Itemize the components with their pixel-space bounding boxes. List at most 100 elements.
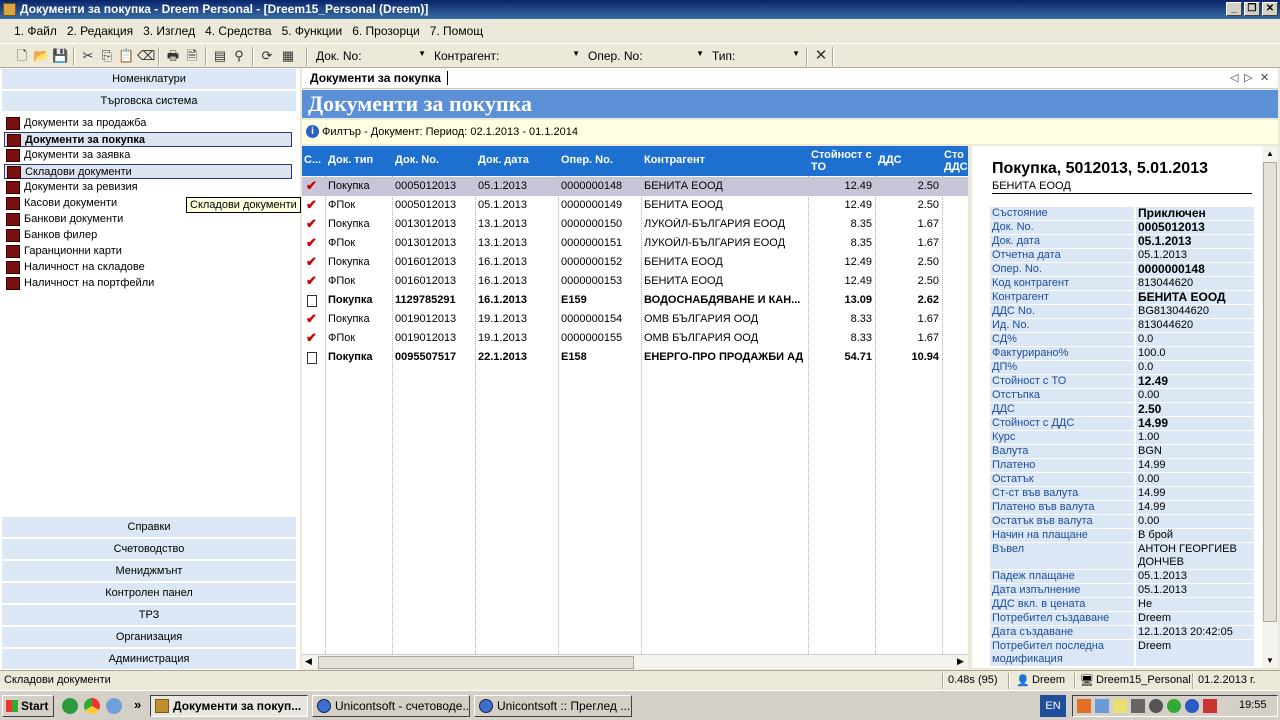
status-user: Dreem — [1032, 674, 1066, 686]
menu-windows[interactable]: 6. Прозорци — [352, 24, 419, 38]
language-indicator[interactable]: EN — [1040, 695, 1066, 717]
cell-vat: 2.62 — [917, 294, 939, 306]
tray-icon[interactable] — [1185, 699, 1199, 713]
scroll-down-icon[interactable]: ▼ — [1266, 656, 1274, 665]
tray-icon[interactable] — [1149, 699, 1163, 713]
nav-section-payroll[interactable]: ТРЗ — [2, 605, 296, 626]
tray-icon[interactable] — [1113, 699, 1127, 713]
minimize-button[interactable]: _ — [1226, 2, 1242, 16]
nav-item[interactable]: Банкови документи — [4, 212, 292, 227]
scroll-thumb[interactable] — [318, 656, 634, 669]
tray-icon[interactable] — [1203, 699, 1217, 713]
nav-item[interactable]: Документи за покупка — [4, 132, 292, 147]
menu-functions[interactable]: 5. Функции — [282, 24, 343, 38]
nav-item[interactable]: Документи за заявка — [4, 148, 292, 163]
quicklaunch-app-icon[interactable] — [62, 698, 78, 714]
menu-tools[interactable]: 4. Средства — [205, 24, 272, 38]
scroll-left-icon[interactable]: ◀ — [305, 656, 312, 667]
col-doc-date[interactable]: Док. дата — [478, 154, 529, 166]
nav-section-organization[interactable]: Организация — [2, 627, 296, 648]
new-icon[interactable]: 🗋 — [14, 48, 30, 64]
table-row[interactable]: Покупка 0095507517 22.1.2013 E158 ЕНЕРГО-ПРО… — [302, 348, 968, 367]
nav-section-reports[interactable]: Справки — [2, 517, 296, 538]
task-unicontsoft-accounting[interactable]: Unicontsoft - счетоводе... — [312, 695, 470, 717]
col-doc-type[interactable]: Док. тип — [328, 154, 373, 166]
task-purchase-documents[interactable]: Документи за покуп... — [150, 695, 308, 717]
filter-icon[interactable]: ⚲ — [231, 48, 247, 64]
menu-edit[interactable]: 2. Редакция — [67, 24, 133, 38]
nav-section-control-panel[interactable]: Контролен панел — [2, 583, 296, 604]
nav-item[interactable]: Документи за продажба — [4, 116, 292, 131]
tray-icon[interactable] — [1167, 699, 1181, 713]
tray-icon[interactable] — [1131, 699, 1145, 713]
start-button[interactable]: Start — [2, 695, 54, 717]
col-oper-no[interactable]: Опер. No. — [561, 154, 613, 166]
scroll-right-icon[interactable]: ▶ — [957, 656, 964, 667]
columns-icon[interactable]: ▤ — [212, 48, 228, 64]
more-icon[interactable]: » — [134, 697, 141, 712]
contragent-combo[interactable]: ▼ — [506, 48, 582, 65]
task-unicontsoft-preview[interactable]: Unicontsoft :: Преглед ... — [474, 695, 632, 717]
close-button[interactable]: ✕ — [1262, 2, 1278, 16]
save-icon[interactable]: 💾 — [52, 48, 68, 64]
scroll-thumb[interactable] — [1263, 162, 1277, 622]
tray-icon[interactable] — [1095, 699, 1109, 713]
col-doc-no[interactable]: Док. No. — [395, 154, 439, 166]
menu-help[interactable]: 7. Помощ — [430, 24, 483, 38]
nav-item[interactable]: Наличност на складове — [4, 260, 292, 275]
tab-next-icon[interactable]: ▷ — [1244, 71, 1252, 84]
tray-icon[interactable] — [1077, 699, 1091, 713]
scroll-up-icon[interactable]: ▲ — [1266, 149, 1274, 158]
nav-item[interactable]: Гаранционни карти — [4, 244, 292, 259]
menu-view[interactable]: 3. Изглед — [143, 24, 195, 38]
table-row[interactable]: ✔ ФПок 0005012013 05.1.2013 0000000149 БЕНИТА… — [302, 196, 968, 215]
quicklaunch-app2-icon[interactable] — [106, 698, 122, 714]
col-vat[interactable]: ДДС — [878, 154, 902, 166]
menu-file[interactable]: 1. Файл — [14, 24, 57, 38]
copy-icon[interactable]: ⎘ — [99, 48, 115, 64]
grid-horizontal-scrollbar[interactable]: ◀ ▶ — [302, 654, 968, 669]
detail-key: Остатък — [990, 473, 1134, 487]
nav-item[interactable]: Документи за ревизия — [4, 180, 292, 195]
nav-section-trade-system[interactable]: Търговска система — [2, 91, 296, 112]
table-row[interactable]: Покупка 1129785291 16.1.2013 E159 ВОДОСНАБДЯ… — [302, 291, 968, 310]
clear-filter-icon[interactable]: ✕ — [813, 48, 829, 64]
col-value-vat[interactable]: Сто ДДС — [944, 149, 968, 173]
table-row[interactable]: ✔ Покупка 0019012013 19.1.2013 0000000154 ОМВ… — [302, 310, 968, 329]
chrome-icon[interactable] — [84, 698, 100, 714]
print-preview-icon[interactable]: 🗎 — [184, 48, 200, 64]
table-row[interactable]: ✔ Покупка 0013012013 13.1.2013 0000000150 ЛУК… — [302, 215, 968, 234]
table-row[interactable]: ✔ ФПок 0019012013 19.1.2013 0000000155 ОМВ БЪ… — [302, 329, 968, 348]
table-row[interactable]: ✔ ФПок 0013012013 13.1.2013 0000000151 ЛУКОЙЛ… — [302, 234, 968, 253]
details-vertical-scrollbar[interactable]: ▲ ▼ — [1262, 146, 1278, 668]
table-row[interactable]: ✔ Покупка 0005012013 05.1.2013 0000000148 БЕН… — [302, 177, 968, 196]
oper-no-combo[interactable]: ▼ — [644, 48, 706, 65]
nav-section-management[interactable]: Мениджмънт — [2, 561, 296, 582]
tab-purchase-documents[interactable]: Документи за покупка — [310, 71, 448, 85]
nav-section-accounting[interactable]: Счетоводство — [2, 539, 296, 560]
tab-close-icon[interactable]: ✕ — [1260, 71, 1269, 84]
restore-button[interactable]: ❐ — [1244, 2, 1260, 16]
refresh-icon[interactable]: ⟳ — [259, 48, 275, 64]
table-row[interactable]: ✔ ФПок 0016012013 16.1.2013 0000000153 БЕНИТА… — [302, 272, 968, 291]
nav-item[interactable]: Банков филер — [4, 228, 292, 243]
cut-icon[interactable]: ✂ — [80, 48, 96, 64]
nav-section-administration[interactable]: Администрация — [2, 649, 296, 670]
detail-row: Ид. No. 813044620 — [990, 319, 1254, 333]
paste-icon[interactable]: 📋 — [118, 48, 134, 64]
col-status[interactable]: С... — [304, 154, 321, 166]
doc-no-combo[interactable]: ▼ — [366, 48, 428, 65]
nav-item-label: Наличност на складове — [24, 261, 145, 273]
nav-item[interactable]: Складови документи — [4, 164, 292, 179]
print-icon[interactable]: 🖶 — [165, 48, 181, 64]
table-row[interactable]: ✔ Покупка 0016012013 16.1.2013 0000000152 БЕН… — [302, 253, 968, 272]
type-combo[interactable]: ▼ — [740, 48, 802, 65]
eraser-icon[interactable]: ⌫ — [137, 48, 155, 64]
col-contragent[interactable]: Контрагент — [644, 154, 705, 166]
open-icon[interactable]: 📂 — [33, 48, 49, 64]
properties-icon[interactable]: ▦ — [280, 48, 296, 64]
tab-prev-icon[interactable]: ◁ — [1230, 71, 1238, 84]
nav-item[interactable]: Наличност на портфейли — [4, 276, 292, 291]
col-value[interactable]: Стойност с ТО — [811, 149, 877, 173]
nav-section-nomenclatures[interactable]: Номенклатури — [2, 69, 296, 90]
